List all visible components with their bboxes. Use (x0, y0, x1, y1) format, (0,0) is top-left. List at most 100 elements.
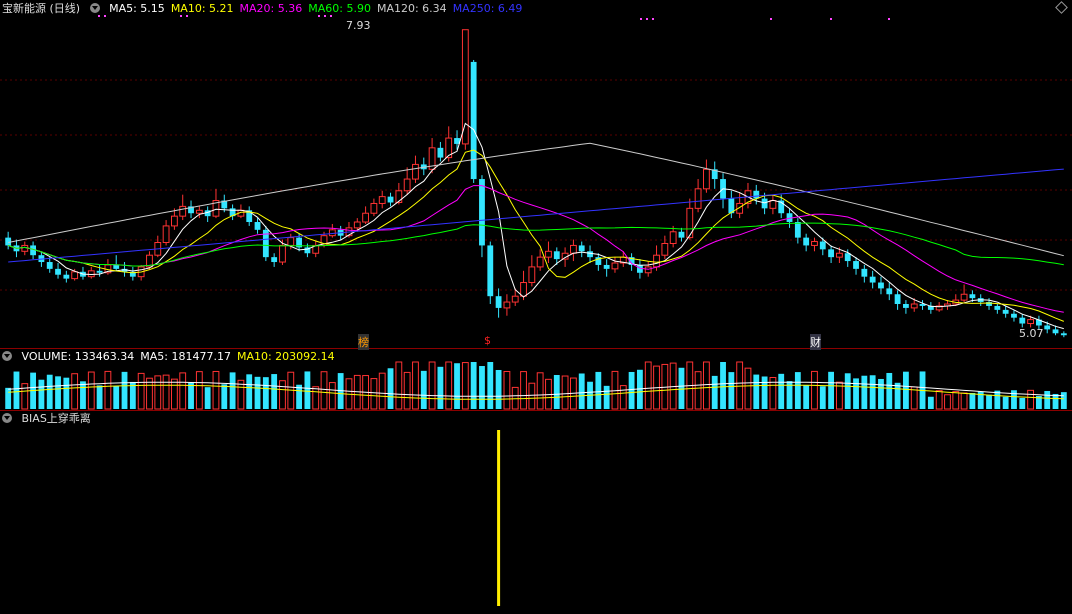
volume-bar (445, 361, 453, 410)
candle-body (71, 271, 79, 280)
candle-body (520, 282, 527, 297)
volume-bar (702, 361, 710, 410)
volume-bar (894, 382, 901, 409)
volume-bar (304, 371, 311, 409)
volume-bar (927, 396, 934, 409)
volume-bar (1002, 396, 1009, 409)
signal-dot (640, 18, 642, 20)
volume-bar (694, 371, 702, 410)
candle-body (669, 231, 677, 244)
candle-body (503, 301, 511, 309)
candle-body (279, 244, 286, 263)
candle-body (1011, 313, 1017, 318)
volume-bar (428, 361, 436, 410)
volume-bar (137, 372, 145, 410)
candle-body (387, 196, 394, 203)
event-marker[interactable]: 榜 (358, 334, 369, 350)
candle-body (894, 294, 901, 305)
signal-dot (324, 15, 326, 17)
volume-bar (387, 368, 394, 409)
candle-body (694, 188, 702, 209)
candle-body (536, 256, 544, 268)
volume-bar (479, 366, 485, 409)
event-marker[interactable]: $ (484, 334, 491, 347)
volume-bar (869, 375, 876, 409)
candle-body (403, 178, 411, 192)
volume-bar (561, 375, 569, 410)
volume-bar (320, 371, 328, 410)
candle-body (803, 237, 810, 246)
volume-bar (986, 394, 992, 409)
volume-bar (960, 392, 968, 410)
candle-body (753, 190, 760, 199)
candle-body (1027, 319, 1035, 325)
event-marker[interactable]: 财 (810, 334, 821, 350)
candle-body (63, 274, 70, 279)
candle-body (1002, 309, 1009, 314)
candle-body (1052, 329, 1059, 334)
candle-body (644, 266, 652, 274)
volume-bar (312, 386, 320, 410)
volume-bar (853, 378, 859, 409)
volume-bar (969, 392, 976, 409)
volume-bar (520, 371, 527, 410)
candle-body (487, 245, 494, 297)
candle-body (960, 293, 968, 301)
volume-bar (1060, 392, 1067, 409)
candle-body (162, 225, 170, 244)
candle-body (328, 229, 336, 237)
candle-body (5, 237, 12, 246)
candle-body (902, 304, 909, 308)
signal-dot (330, 15, 332, 17)
volume-bar (378, 372, 386, 410)
volume-bar (603, 385, 610, 409)
candle-body (969, 294, 976, 299)
volume-bar (296, 384, 303, 409)
volume-bar (121, 371, 128, 409)
candle-body (861, 268, 868, 277)
candle-body (886, 288, 893, 295)
candle-body (769, 200, 777, 209)
candle-body (853, 261, 859, 269)
signal-dot (98, 15, 100, 17)
volume-bar (113, 386, 120, 409)
volume-bar (803, 385, 810, 409)
candle-body (811, 241, 818, 246)
volume-bar (162, 374, 170, 410)
candle-body (55, 268, 61, 275)
candle-body (378, 196, 386, 204)
candle-body (353, 221, 361, 229)
candle-body (195, 209, 203, 214)
candle-body (587, 251, 593, 258)
candle-body (271, 257, 278, 263)
volume-bar (195, 371, 203, 410)
volume-bar (902, 371, 909, 409)
volume-bar (170, 378, 178, 410)
volume-bar (63, 377, 70, 409)
volume-bar (80, 381, 86, 409)
candle-body (545, 250, 552, 258)
candle-body (170, 215, 178, 227)
candle-body (179, 205, 187, 217)
candle-body (96, 270, 103, 273)
volume-bar (279, 380, 286, 410)
candle-body (603, 264, 610, 269)
volume-bar (38, 379, 45, 409)
volume-bar (96, 385, 103, 409)
volume-bar (1044, 390, 1051, 409)
signal-dot (318, 15, 320, 17)
candle-body (1044, 325, 1051, 330)
candle-body (113, 264, 120, 269)
volume-bar (487, 362, 494, 409)
candle-body (412, 163, 419, 180)
candle-body (910, 303, 918, 309)
volume-bar (204, 387, 211, 409)
candle-body (994, 305, 1001, 310)
signal-dot (770, 18, 772, 20)
volume-bar (146, 377, 153, 410)
volume-bar (528, 382, 536, 410)
candle-body (46, 262, 53, 269)
volume-bar (454, 363, 460, 409)
volume-bar (403, 371, 411, 410)
candle-body (1019, 317, 1026, 324)
